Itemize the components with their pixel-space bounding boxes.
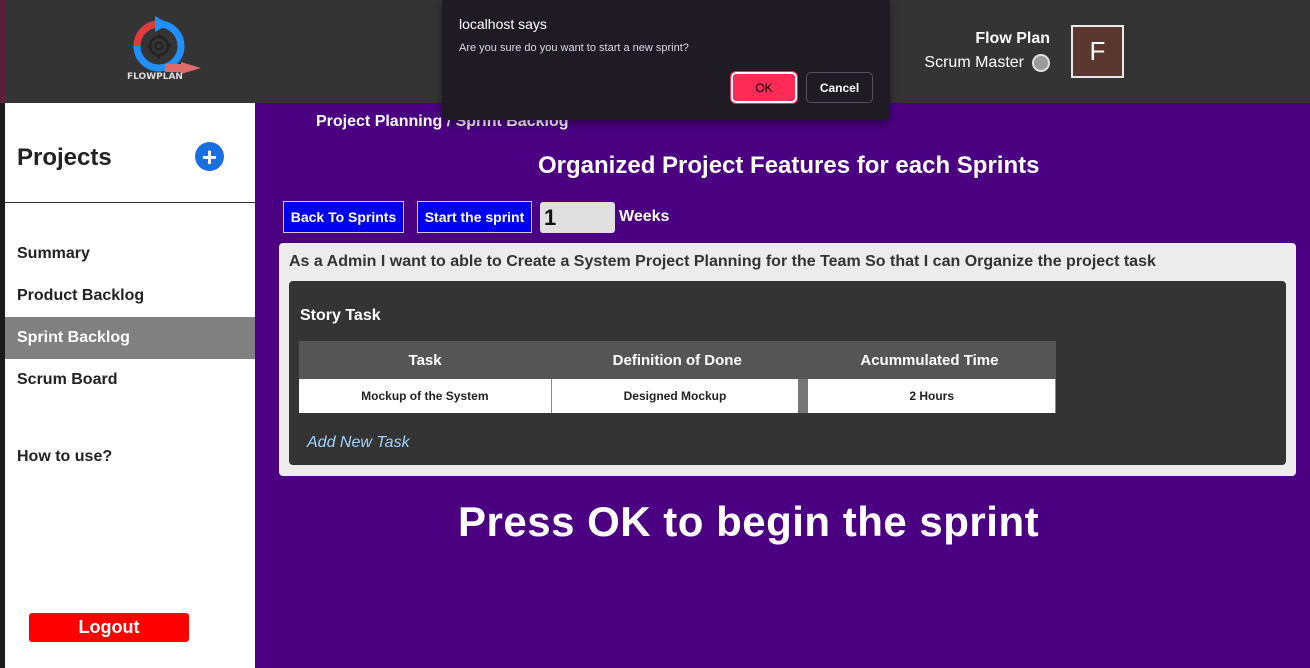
add-project-icon[interactable]: + — [195, 142, 224, 171]
status-dot-icon — [1032, 54, 1050, 72]
user-role: Scrum Master — [924, 54, 1024, 71]
sidebar-item-summary[interactable]: Summary — [5, 233, 255, 275]
table-header-row: Task Definition of Done Acummulated Time — [299, 341, 1056, 379]
start-sprint-button[interactable]: Start the sprint — [417, 201, 532, 233]
task-table: Task Definition of Done Acummulated Time… — [299, 341, 1057, 413]
confirm-dialog: localhost says Are you sure do you want … — [442, 0, 890, 120]
column-header-definition-of-done: Definition of Done — [551, 341, 804, 379]
sidebar: Projects + Summary Product Backlog Sprin… — [5, 103, 255, 668]
dialog-cancel-button[interactable]: Cancel — [806, 72, 873, 103]
flowplan-logo[interactable]: FLOWPLAN — [125, 16, 203, 82]
dialog-message: Are you sure do you want to start a new … — [459, 42, 689, 54]
user-name: Flow Plan — [975, 30, 1050, 47]
table-row[interactable]: Mockup of the System Designed Mockup 2 H… — [299, 379, 1057, 413]
sidebar-item-sprint-backlog[interactable]: Sprint Backlog — [5, 317, 255, 359]
dialog-ok-button[interactable]: OK — [730, 71, 798, 104]
story-task-panel: Story Task Task Definition of Done Acumm… — [289, 281, 1286, 465]
cell-task[interactable]: Mockup of the System — [299, 379, 552, 413]
page-title: Organized Project Features for each Spri… — [538, 152, 1040, 179]
story-text: As a Admin I want to able to Create a Sy… — [289, 253, 1156, 270]
column-header-accumulated-time: Acummulated Time — [803, 341, 1056, 379]
sidebar-item-scrum-board[interactable]: Scrum Board — [5, 359, 255, 401]
story-task-title: Story Task — [300, 307, 381, 324]
add-new-task-link[interactable]: Add New Task — [307, 434, 410, 452]
how-to-use-link[interactable]: How to use? — [17, 448, 112, 466]
instruction-caption: Press OK to begin the sprint — [458, 498, 1040, 545]
avatar[interactable]: F — [1071, 25, 1124, 78]
weeks-input[interactable]: 1 — [540, 202, 615, 233]
weeks-label: Weeks — [619, 208, 670, 225]
cell-definition-of-done[interactable]: Designed Mockup — [551, 379, 809, 413]
cell-accumulated-time[interactable]: 2 Hours — [803, 379, 1057, 413]
user-role-row: Scrum Master — [924, 54, 1050, 72]
story-card: As a Admin I want to able to Create a Sy… — [279, 243, 1296, 476]
dialog-title: localhost says — [459, 16, 547, 32]
logout-button[interactable]: Logout — [29, 613, 189, 642]
projects-title: Projects — [17, 144, 112, 171]
back-to-sprints-button[interactable]: Back To Sprints — [283, 201, 404, 233]
logo-text: FLOWPLAN — [127, 72, 183, 82]
projects-header: Projects + — [5, 103, 255, 203]
user-info: Flow Plan Scrum Master — [924, 30, 1050, 72]
sidebar-item-product-backlog[interactable]: Product Backlog — [5, 275, 255, 317]
column-header-task: Task — [299, 341, 552, 379]
